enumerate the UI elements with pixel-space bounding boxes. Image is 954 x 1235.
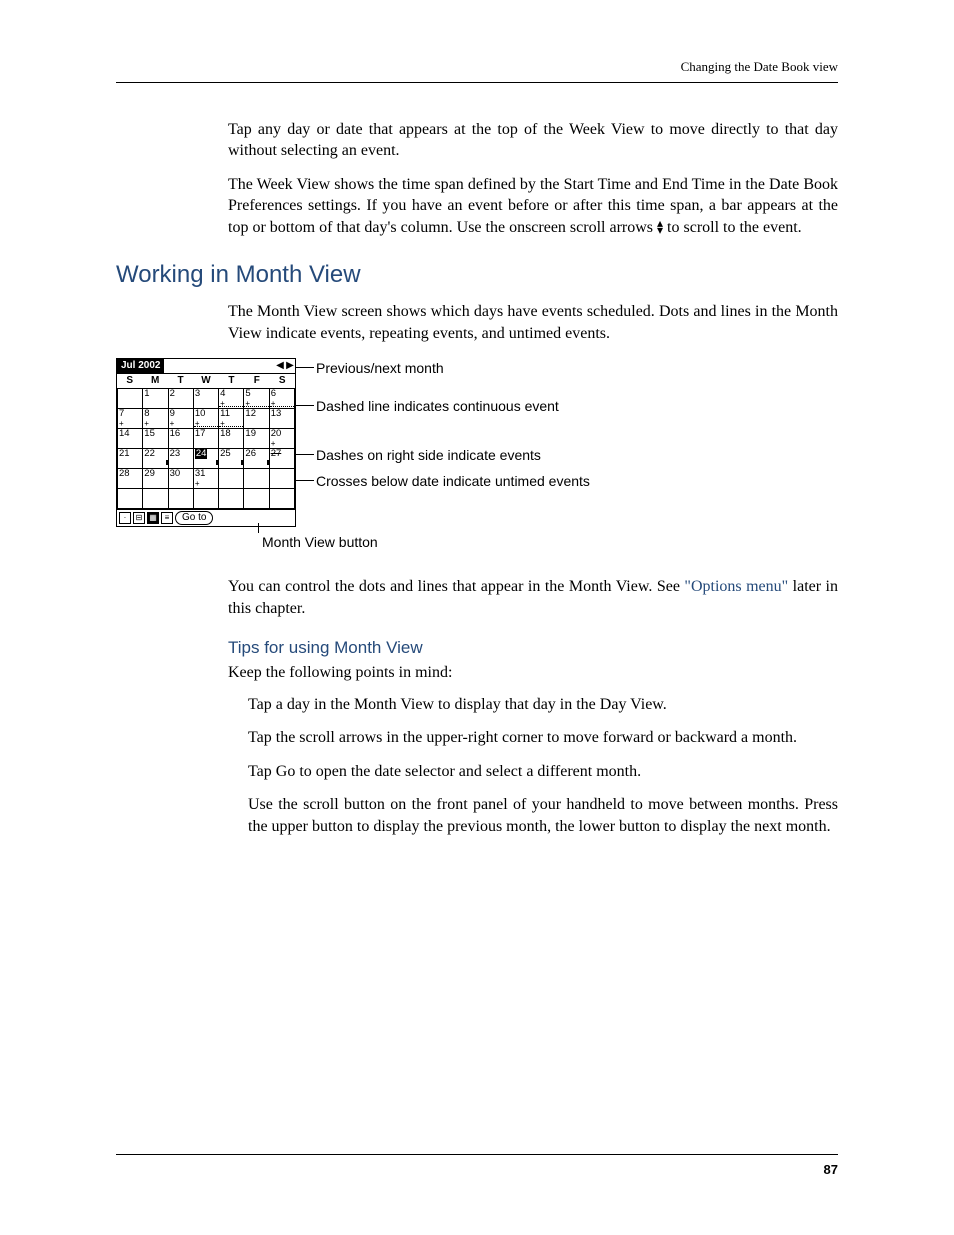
- next-month-button[interactable]: ▶: [285, 359, 295, 373]
- heading-tips: Tips for using Month View: [228, 637, 838, 660]
- tip-item: Tap the scroll arrows in the upper-right…: [248, 727, 838, 749]
- week-view-icon[interactable]: ⊟: [133, 512, 145, 524]
- link-options-menu[interactable]: "Options menu": [684, 578, 788, 595]
- dow: W: [193, 374, 218, 388]
- goto-button[interactable]: Go to: [175, 511, 213, 525]
- paragraph: The Week View shows the time span define…: [228, 174, 838, 239]
- day-headers: S M T W T F S: [117, 374, 295, 388]
- month-view-icon[interactable]: ▦: [147, 512, 159, 524]
- bottom-bar: · ⊟ ▦ ≡ Go to: [117, 509, 295, 526]
- calendar-grid[interactable]: 123 4+ 5+ 6+ 7+ 8+ 9+ 10+ 11+ 1213 14151…: [117, 388, 295, 509]
- dow: F: [244, 374, 269, 388]
- tip-item: Tap Go to open the date selector and sel…: [248, 761, 838, 783]
- today-cell[interactable]: 24: [195, 449, 208, 459]
- text: to scroll to the event.: [663, 219, 802, 236]
- page-content: Tap any day or date that appears at the …: [0, 83, 954, 838]
- titlebar: Jul 2002 ◀ ▶: [117, 359, 295, 374]
- tip-item: Use the scroll button on the front panel…: [248, 794, 838, 837]
- paragraph: Tap any day or date that appears at the …: [228, 119, 838, 162]
- paragraph: The Month View screen shows which days h…: [228, 301, 838, 344]
- dow: S: [270, 374, 295, 388]
- prev-month-button[interactable]: ◀: [275, 359, 285, 373]
- callout-crosses: Crosses below date indicate untimed even…: [316, 472, 616, 491]
- callout-prev-next: Previous/next month: [316, 359, 444, 378]
- dow: S: [117, 374, 142, 388]
- day-view-icon[interactable]: ·: [119, 512, 131, 524]
- dow: T: [168, 374, 193, 388]
- callout-dashed-line: Dashed line indicates continuous event: [316, 397, 559, 416]
- tip-item: Tap a day in the Month View to display t…: [248, 694, 838, 716]
- title-label: Jul 2002: [117, 359, 164, 373]
- figure-month-view: Jul 2002 ◀ ▶ S M T W T F S 123 4+ 5+ 6+: [116, 358, 838, 527]
- page-header: Changing the Date Book view: [0, 0, 954, 76]
- callout-dashes-right: Dashes on right side indicate events: [316, 446, 541, 465]
- dow: T: [219, 374, 244, 388]
- month-view-screenshot: Jul 2002 ◀ ▶ S M T W T F S 123 4+ 5+ 6+: [116, 358, 296, 527]
- paragraph: Keep the following points in mind:: [228, 662, 838, 684]
- dow: M: [142, 374, 167, 388]
- text: You can control the dots and lines that …: [228, 578, 684, 595]
- heading-month-view: Working in Month View: [116, 259, 838, 291]
- footer-rule: [116, 1154, 838, 1155]
- agenda-view-icon[interactable]: ≡: [161, 512, 173, 524]
- paragraph: You can control the dots and lines that …: [228, 576, 838, 619]
- page-number: 87: [116, 1161, 838, 1179]
- month-view-button-caption: Month View button: [262, 533, 838, 552]
